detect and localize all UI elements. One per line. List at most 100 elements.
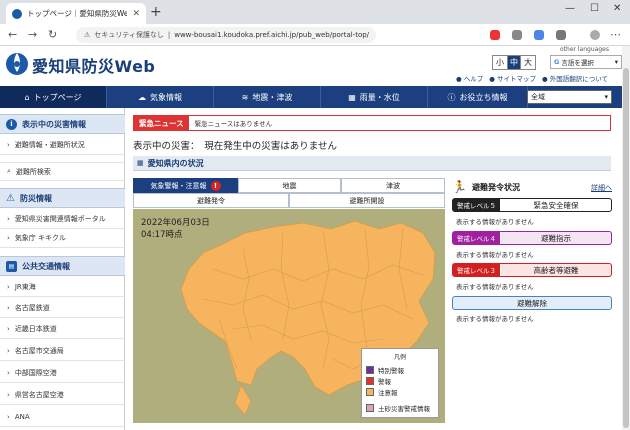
vertical-scrollbar[interactable] bbox=[622, 46, 630, 430]
sidebar-item-shelter-search[interactable]: ⌕ 避難所検索 bbox=[0, 162, 125, 181]
sidebar-heading-disaster: ⚠ 防災情報 bbox=[0, 188, 125, 208]
evacuation-title: 🏃 避難発令状況 bbox=[452, 180, 520, 194]
site-title[interactable]: 愛知県防災Web bbox=[32, 53, 155, 77]
more-menu-icon[interactable]: ⋯ bbox=[610, 28, 621, 41]
sidebar: i 表示中の災害情報 › 避難情報・避難所状況 ⌕ 避難所検索 ⚠ 防災情報 › 愛知… bbox=[0, 108, 125, 430]
avatar[interactable] bbox=[590, 30, 600, 40]
legend-item: 警報 bbox=[366, 375, 434, 386]
map-timestamp: 2022年06月03日 04:17時点 bbox=[141, 218, 210, 240]
legend-swatch bbox=[366, 403, 374, 412]
browser-tab-bar: トップページ｜愛知県防災Web ✕ + — ☐ ✕ bbox=[0, 0, 630, 24]
language-select-label: 言語を選択 bbox=[561, 59, 594, 67]
tab-weather-warnings[interactable]: 気象警報・注意報 ! bbox=[133, 178, 238, 193]
address-bar: ← → ↻ ⚠ セキュリティ保護なし | www-bousai1.koudoka… bbox=[0, 24, 630, 46]
browser-tab-title: トップページ｜愛知県防災Web bbox=[27, 9, 128, 18]
site-favicon-icon bbox=[12, 8, 22, 19]
sidebar-item-kintetsu[interactable]: › 近畿日本鉄道 bbox=[0, 320, 125, 339]
gauge-icon: ▦ bbox=[348, 92, 356, 102]
browser-tab[interactable]: トップページ｜愛知県防災Web ✕ bbox=[6, 3, 146, 24]
collections-icon[interactable] bbox=[534, 30, 544, 40]
nav-useful[interactable]: ⓘ お役立ち情報 bbox=[428, 86, 528, 108]
header-links: ● ヘルプ ● サイトマップ ● 外国語翻訳について bbox=[456, 73, 608, 83]
scrollbar-thumb[interactable] bbox=[623, 68, 629, 428]
grid-icon: ▦ bbox=[137, 159, 144, 167]
tab-earthquake[interactable]: 地震 bbox=[238, 178, 341, 193]
sidebar-item-jr[interactable]: › JR東海 bbox=[0, 278, 125, 297]
site-header: 愛知県防災Web other languages 小 中 大 G 言語を選択 ▾… bbox=[0, 46, 630, 86]
sidebar-heading-current: i 表示中の災害情報 bbox=[0, 114, 125, 134]
release-box[interactable]: 避難解除 bbox=[452, 296, 612, 310]
sidebar-item-kikikuru[interactable]: › 気象庁 キキクル bbox=[0, 229, 125, 248]
font-large-button[interactable]: 大 bbox=[521, 56, 535, 69]
legend-title: 凡例 bbox=[393, 354, 406, 361]
region-select[interactable]: 全域 ▾ bbox=[527, 90, 612, 104]
sidebar-item-ana[interactable]: › ANA bbox=[0, 408, 125, 427]
language-select[interactable]: G 言語を選択 ▾ bbox=[550, 55, 622, 69]
level5-box[interactable]: 警戒レベル５ 緊急安全確保 bbox=[452, 198, 612, 212]
sidebar-item-city-transit[interactable]: › 名古屋市交通局 bbox=[0, 342, 125, 361]
current-disaster-status: 表示中の災害： 現在発生中の災害はありません bbox=[133, 141, 337, 152]
google-icon: G bbox=[554, 58, 560, 66]
evacuation-details-link[interactable]: 詳細へ bbox=[591, 183, 612, 193]
tab-evacuation-orders[interactable]: 避難発令 bbox=[133, 193, 289, 208]
extension-icon[interactable] bbox=[490, 30, 500, 40]
tab-tsunami[interactable]: 津波 bbox=[341, 178, 445, 193]
level5-label: 緊急安全確保 bbox=[533, 200, 579, 210]
level4-badge: 警戒レベル４ bbox=[453, 232, 501, 244]
nav-earthquake[interactable]: ≋ 地震・津波 bbox=[214, 86, 321, 108]
font-small-button[interactable]: 小 bbox=[493, 56, 507, 69]
home-icon: ⌂ bbox=[24, 92, 30, 102]
sidebar-item-nagoya-airport[interactable]: › 県営名古屋空港 bbox=[0, 386, 125, 405]
nav-rainfall[interactable]: ▦ 雨量・水位 bbox=[321, 86, 428, 108]
minimize-icon[interactable]: — bbox=[565, 3, 575, 14]
train-icon: ▤ bbox=[6, 260, 17, 272]
translation-link[interactable]: ● 外国語翻訳について bbox=[542, 73, 608, 83]
chevron-right-icon: › bbox=[7, 283, 10, 291]
back-icon[interactable]: ← bbox=[8, 28, 17, 41]
sidebar-item-meitetsu[interactable]: › 名古屋鉄道 bbox=[0, 299, 125, 318]
legend-item: 注意報 bbox=[366, 386, 434, 397]
chevron-right-icon: › bbox=[7, 391, 10, 399]
emergency-news-label: 緊急ニュース bbox=[134, 116, 189, 130]
maximize-icon[interactable]: ☐ bbox=[590, 3, 599, 14]
favorites-icon[interactable] bbox=[512, 30, 522, 40]
map-legend: 凡例 特別警報 警報 注意報 土砂災害警戒情報 bbox=[361, 348, 439, 418]
level4-none: 表示する情報がありません bbox=[456, 251, 534, 259]
nav-top[interactable]: ⌂ トップページ bbox=[0, 86, 107, 108]
level5-none: 表示する情報がありません bbox=[456, 218, 534, 226]
chevron-right-icon: › bbox=[7, 325, 10, 333]
level4-box[interactable]: 警戒レベル４ 避難指示 bbox=[452, 231, 612, 245]
legend-item: 特別警報 bbox=[366, 364, 434, 375]
reload-icon[interactable]: ↻ bbox=[48, 28, 57, 41]
font-medium-button[interactable]: 中 bbox=[507, 56, 521, 69]
legend-swatch bbox=[366, 376, 374, 385]
warning-map[interactable]: 2022年06月03日 04:17時点 凡例 特別警報 警報 注意報 土砂災害警… bbox=[133, 209, 445, 423]
close-tab-icon[interactable]: ✕ bbox=[132, 9, 140, 19]
sidebar-item-portal[interactable]: › 愛知県災害関連情報ポータル bbox=[0, 210, 125, 229]
alert-icon: ! bbox=[210, 180, 221, 191]
chevron-right-icon: › bbox=[7, 347, 10, 355]
font-size-switcher: 小 中 大 bbox=[492, 55, 536, 70]
security-label: セキュリティ保護なし bbox=[94, 31, 164, 39]
tab-shelter-opening[interactable]: 避難所開設 bbox=[289, 193, 445, 208]
close-window-icon[interactable]: ✕ bbox=[613, 3, 621, 14]
cloud-icon: ☁ bbox=[138, 92, 146, 102]
release-none: 表示する情報がありません bbox=[456, 315, 534, 323]
chevron-right-icon: › bbox=[7, 141, 10, 149]
profile-icon[interactable] bbox=[556, 30, 566, 40]
sitemap-link[interactable]: ● サイトマップ bbox=[489, 73, 536, 83]
nav-weather[interactable]: ☁ 気象情報 bbox=[107, 86, 214, 108]
sidebar-item-centrair[interactable]: › 中部国際空港 bbox=[0, 364, 125, 383]
emergency-news-message: 緊急ニュースはありません bbox=[194, 120, 273, 128]
aichi-logo-icon[interactable] bbox=[4, 50, 30, 76]
level5-badge: 警戒レベル５ bbox=[453, 199, 501, 211]
new-tab-icon[interactable]: + bbox=[150, 4, 162, 20]
url-input[interactable]: ⚠ セキュリティ保護なし | www-bousai1.koudoka.pref.… bbox=[76, 27, 376, 43]
info-icon: i bbox=[6, 118, 17, 130]
wave-icon: ≋ bbox=[241, 92, 249, 102]
help-link[interactable]: ● ヘルプ bbox=[456, 73, 483, 83]
sidebar-item-evacuation[interactable]: › 避難情報・避難所状況 bbox=[0, 136, 125, 155]
forward-icon[interactable]: → bbox=[28, 28, 37, 41]
level3-box[interactable]: 警戒レベル３ 高齢者等避難 bbox=[452, 263, 612, 277]
chevron-right-icon: › bbox=[7, 413, 10, 421]
